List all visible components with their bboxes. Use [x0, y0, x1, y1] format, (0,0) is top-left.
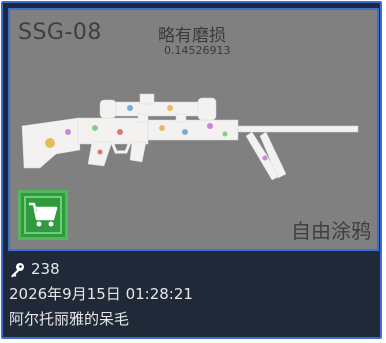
shopping-cart-icon [29, 202, 58, 227]
item-card[interactable]: SSG-08 略有磨损 0.14526913 自由涂鸦 238 2026年9月1… [1, 1, 382, 339]
wear-label: 略有磨损 [158, 26, 226, 46]
buy-cart-button[interactable] [18, 190, 68, 240]
owner-name: 阿尔托丽雅的呆毛 [9, 310, 130, 328]
weapon-name: SSG-08 [18, 20, 102, 45]
item-info: 238 2026年9月15日 01:28:21 阿尔托丽雅的呆毛 [9, 257, 374, 332]
key-count: 238 [31, 260, 60, 278]
item-preview: SSG-08 略有磨损 0.14526913 自由涂鸦 [8, 8, 379, 251]
skin-name: 自由涂鸦 [291, 219, 371, 243]
timestamp: 2026年9月15日 01:28:21 [9, 285, 193, 303]
key-icon [11, 262, 24, 277]
wear-value: 0.14526913 [164, 44, 231, 57]
key-count-row: 238 [9, 257, 374, 282]
rifle-image [21, 93, 359, 181]
